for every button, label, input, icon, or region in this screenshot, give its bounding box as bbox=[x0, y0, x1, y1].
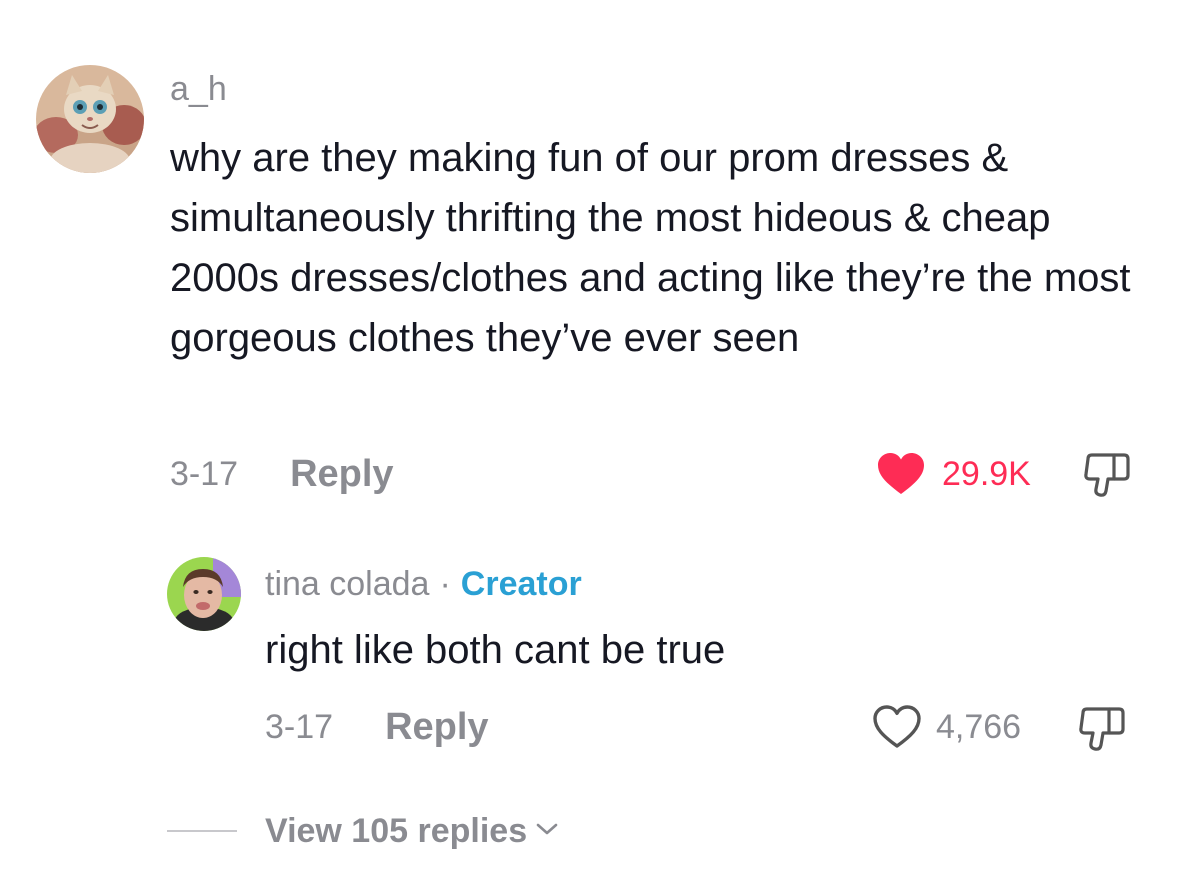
reply-like-button[interactable]: 4,766 bbox=[872, 701, 1021, 753]
reply-button[interactable]: Reply bbox=[290, 453, 393, 496]
reply-header: tina colada · Creator bbox=[265, 562, 582, 606]
comment-date: 3-17 bbox=[170, 454, 239, 493]
heart-outline-icon bbox=[873, 705, 921, 748]
thumbs-down-icon bbox=[1079, 707, 1125, 751]
avatar-image bbox=[36, 65, 144, 173]
divider bbox=[167, 830, 237, 832]
view-replies-button[interactable]: View 105 replies bbox=[265, 812, 559, 851]
reply-to-reply-button[interactable]: Reply bbox=[385, 706, 488, 749]
avatar-image bbox=[167, 557, 241, 631]
view-replies-row: View 105 replies bbox=[167, 806, 559, 856]
reply-text: right like both cant be true bbox=[265, 628, 726, 672]
comment-text: why are they making fun of our prom dres… bbox=[170, 136, 1131, 360]
comment-username[interactable]: a_h bbox=[170, 68, 227, 110]
commenter-avatar[interactable] bbox=[36, 65, 144, 173]
creator-badge: Creator bbox=[460, 565, 582, 603]
like-button[interactable]: 29.9K bbox=[876, 448, 1031, 500]
separator-dot: · bbox=[439, 565, 451, 603]
reply-like-count: 4,766 bbox=[936, 707, 1022, 746]
reply-dislike-button[interactable] bbox=[1075, 703, 1131, 755]
like-count: 29.9K bbox=[942, 454, 1031, 493]
heart-filled-icon bbox=[878, 453, 924, 494]
thumbs-down-icon bbox=[1084, 453, 1130, 497]
reply-date: 3-17 bbox=[265, 707, 334, 746]
dislike-button[interactable] bbox=[1080, 449, 1136, 501]
reply-meta-row: 3-17 Reply bbox=[265, 701, 489, 753]
creator-avatar[interactable] bbox=[167, 557, 241, 631]
view-replies-label: View 105 replies bbox=[265, 811, 528, 850]
chevron-down-icon bbox=[535, 821, 559, 842]
comment-meta-row: 3-17 Reply bbox=[170, 448, 394, 500]
reply-username[interactable]: tina colada bbox=[265, 565, 429, 603]
